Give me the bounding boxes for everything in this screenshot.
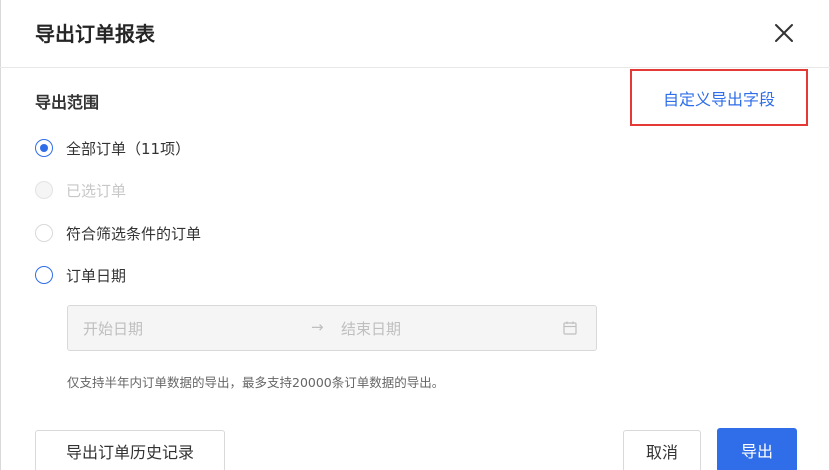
range-arrow: → <box>311 318 324 336</box>
export-limit-note: 仅支持半年内订单数据的导出，最多支持20000条订单数据的导出。 <box>67 375 445 390</box>
export-button[interactable]: 导出 <box>717 428 797 470</box>
radio-label-all-orders: 全部订单（11项） <box>66 139 191 158</box>
date-range-picker[interactable]: 开始日期 → 结束日期 <box>67 305 597 351</box>
export-label: 导出 <box>740 442 773 461</box>
radio-button[interactable] <box>35 266 53 284</box>
radio-button-disabled <box>35 181 53 199</box>
radio-order-date[interactable]: 订单日期 <box>35 263 126 287</box>
cancel-button[interactable]: 取消 <box>623 430 701 470</box>
end-date-input[interactable]: 结束日期 <box>341 318 401 339</box>
custom-export-fields-label: 自定义导出字段 <box>662 89 775 109</box>
dialog-header: 导出订单报表 <box>0 0 830 68</box>
radio-label-order-date: 订单日期 <box>66 266 127 285</box>
radio-all-orders[interactable]: 全部订单（11项） <box>35 136 190 160</box>
custom-export-fields-link[interactable]: 自定义导出字段 <box>630 69 808 126</box>
radio-label-selected-orders: 已选订单 <box>66 181 127 200</box>
export-history-label: 导出订单历史记录 <box>65 443 194 462</box>
cancel-label: 取消 <box>645 443 678 462</box>
close-button[interactable] <box>770 19 798 47</box>
export-history-button[interactable]: 导出订单历史记录 <box>35 430 225 470</box>
dialog-left-border <box>0 0 1 470</box>
calendar-icon <box>563 321 577 335</box>
radio-label-filtered-orders: 符合筛选条件的订单 <box>66 224 202 243</box>
export-order-dialog: 导出订单报表 导出范围 自定义导出字段 全部订单（11项） 已选订单 符合筛选条… <box>0 0 830 470</box>
radio-button[interactable] <box>35 224 53 242</box>
start-date-input[interactable]: 开始日期 <box>83 318 143 339</box>
dialog-title: 导出订单报表 <box>35 22 155 46</box>
radio-filtered-orders[interactable]: 符合筛选条件的订单 <box>35 221 201 245</box>
close-icon <box>775 24 793 42</box>
radio-selected-orders: 已选订单 <box>35 178 126 202</box>
radio-button-checked[interactable] <box>35 139 53 157</box>
export-scope-title: 导出范围 <box>35 93 100 112</box>
